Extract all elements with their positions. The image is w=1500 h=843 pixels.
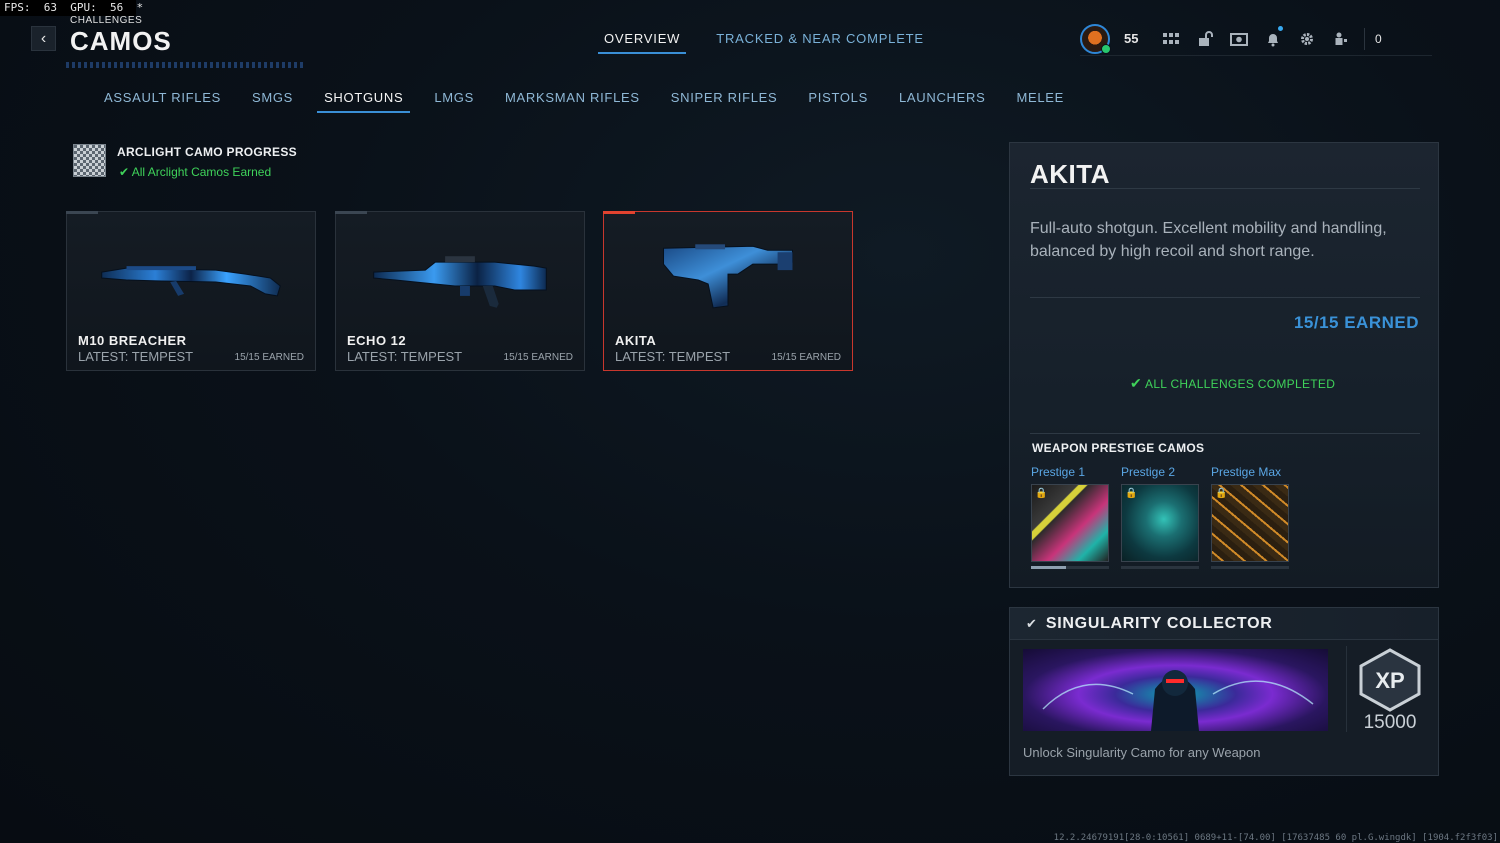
weapon-category-tabs: ASSAULT RIFLES SMGS SHOTGUNS LMGS MARKSM… [104,90,1095,113]
bell-icon[interactable] [1256,24,1290,54]
prestige-camo-2[interactable]: Prestige 2 🔒 [1121,465,1199,569]
weapon-earned-count: 15/15 EARNED [503,352,573,363]
card-progress-bar [603,211,635,214]
detail-weapon-name: AKITA [1030,159,1111,189]
lock-icon: 🔒 [1125,488,1138,499]
unlock-icon[interactable] [1188,24,1222,54]
card-progress-bar [66,211,98,214]
page-title: CAMOS [70,26,172,56]
prestige-progress-bar [1031,566,1109,569]
weapon-card-akita[interactable]: AKITA LATEST: TEMPEST 15/15 EARNED [603,211,853,371]
weapon-description: Full-auto shotgun. Excellent mobility an… [1030,220,1387,260]
weapon-name: AKITA [615,333,657,348]
back-button[interactable]: ‹ [31,26,56,51]
tab-marksman-rifles[interactable]: MARKSMAN RIFLES [505,90,640,113]
top-tabs: OVERVIEW TRACKED & NEAR COMPLETE [598,31,924,54]
tab-sniper-rifles[interactable]: SNIPER RIFLES [671,90,778,113]
singularity-description: Unlock Singularity Camo for any Weapon [1023,745,1261,760]
tab-assault-rifles[interactable]: ASSAULT RIFLES [104,90,221,113]
weapon-name: M10 BREACHER [78,333,187,348]
gear-icon[interactable] [1290,24,1324,54]
weapon-detail-panel: AKITA Full-auto shotgun. Excellent mobil… [1009,142,1439,588]
tab-smgs[interactable]: SMGS [252,90,293,113]
prestige-camo-image: 🔒 [1211,484,1289,562]
prestige-camo-image: 🔒 [1031,484,1109,562]
hud-divider [1364,27,1365,50]
shotgun-image [663,244,793,309]
divider [1030,297,1420,298]
prestige-camo-1[interactable]: Prestige 1 🔒 [1031,465,1109,569]
weapon-latest-camo: LATEST: TEMPEST [615,349,731,364]
arclight-status-text: All Arclight Camos Earned [131,165,272,179]
checkmark-icon: ✔ [1130,375,1143,391]
tab-launchers[interactable]: LAUNCHERS [899,90,985,113]
tab-shotguns[interactable]: SHOTGUNS [317,90,411,113]
party-icon[interactable] [1324,24,1358,54]
xp-badge-icon: XP [1359,648,1421,712]
grid-icon[interactable] [1154,24,1188,54]
chevron-left-icon: ‹ [40,29,47,47]
checkmark-icon: ✔ [1026,615,1037,631]
weapon-card-echo-12[interactable]: ECHO 12 LATEST: TEMPEST 15/15 EARNED [335,211,585,371]
fps-overlay: FPS: 63 GPU: 56 * [0,0,143,16]
xp-reward-value: 15000 [1363,712,1417,733]
arclight-camo-thumbnail [73,144,106,177]
all-challenges-text: ALL CHALLENGES COMPLETED [1145,377,1336,391]
lock-icon: 🔒 [1035,488,1048,499]
card-progress-bar [335,211,367,214]
currency-count: 0 [1375,31,1382,46]
singularity-art-image [1023,649,1328,731]
prestige-camo-image: 🔒 [1121,484,1199,562]
prestige-label: Prestige Max [1211,465,1282,479]
singularity-collector-card[interactable]: ✔ SINGULARITY COLLECTOR XP 15000 Unlock … [1009,607,1439,776]
all-challenges-status: ✔ ALL CHALLENGES COMPLETED [1130,375,1335,392]
prestige-label: Prestige 2 [1121,465,1176,479]
breadcrumb: CHALLENGES [70,15,143,26]
divider [1030,433,1420,434]
divider [1030,188,1420,189]
hud-bar: 55 0 [1080,22,1432,56]
tab-pistols[interactable]: PISTOLS [808,90,868,113]
weapon-card-m10-breacher[interactable]: M10 BREACHER LATEST: TEMPEST 15/15 EARNE… [66,211,316,371]
weapon-earned-count: 15/15 EARNED [234,352,304,363]
divider [1346,646,1347,732]
title-decoration [66,62,306,68]
camera-icon[interactable] [1222,24,1256,54]
build-info: 12.2.24679191[28-0:10561] 0689+11-[74.00… [1053,833,1498,843]
weapon-latest-camo: LATEST: TEMPEST [78,349,194,364]
checkmark-icon: ✔ [119,165,130,179]
weapon-latest-camo: LATEST: TEMPEST [347,349,463,364]
prestige-progress-bar [1211,566,1289,569]
avatar[interactable] [1080,23,1111,54]
player-level: 55 [1124,31,1139,46]
weapon-earned-count: 15/15 EARNED [771,352,841,363]
arclight-progress-title: ARCLIGHT CAMO PROGRESS [117,145,297,159]
tab-melee[interactable]: MELEE [1016,90,1064,113]
prestige-camo-max[interactable]: Prestige Max 🔒 [1211,465,1289,569]
lock-icon: 🔒 [1215,488,1228,499]
singularity-header: ✔ SINGULARITY COLLECTOR [1010,608,1438,640]
prestige-progress-fill [1031,566,1067,569]
singularity-title: SINGULARITY COLLECTOR [1045,614,1273,632]
prestige-progress-bar [1121,566,1199,569]
arclight-progress-status: ✔ All Arclight Camos Earned [119,165,271,179]
shotgun-image [373,256,547,308]
weapon-name: ECHO 12 [347,333,407,348]
prestige-camos-title: WEAPON PRESTIGE CAMOS [1032,441,1205,455]
prestige-label: Prestige 1 [1031,465,1086,479]
shotgun-image [101,266,281,297]
tab-tracked-near-complete[interactable]: TRACKED & NEAR COMPLETE [716,31,924,54]
xp-badge-label: XP [1375,668,1404,693]
tab-lmgs[interactable]: LMGS [434,90,474,113]
detail-earned-count: 15/15 EARNED [1293,313,1419,332]
tab-overview[interactable]: OVERVIEW [598,31,687,54]
